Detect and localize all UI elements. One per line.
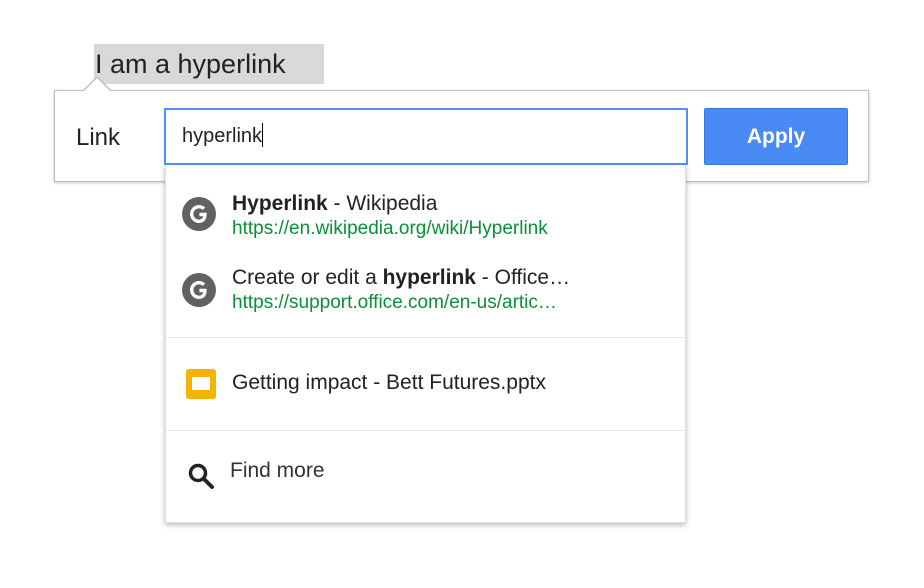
suggestion-title: Create or edit a hyperlink - Office… [232,265,570,291]
google-g-icon [182,197,216,231]
link-input[interactable]: hyperlink [164,108,688,165]
suggestion-title-prefix: Create or edit a [232,266,383,289]
suggestion-title-bold: hyperlink [382,266,476,289]
suggestion-item-wikipedia[interactable]: Hyperlink - Wikipedia https://en.wikiped… [166,165,685,245]
file-result-item[interactable]: Getting impact - Bett Futures.pptx [166,338,685,430]
slides-icon [186,369,216,399]
apply-button[interactable]: Apply [704,108,848,165]
suggestion-item-office[interactable]: Create or edit a hyperlink - Office… htt… [166,245,685,337]
selected-text-label: I am a hyperlink [95,49,286,79]
selected-document-text[interactable]: I am a hyperlink [94,44,324,84]
find-more-item[interactable]: Find more [166,431,685,523]
suggestion-title-rest: - Office… [475,266,571,289]
bubble-pointer-fill [83,78,111,92]
find-more-label: Find more [230,459,325,482]
file-result-title: Getting impact - Bett Futures.pptx [232,371,546,394]
link-input-value: hyperlink [182,125,263,147]
text-cursor [262,123,264,148]
suggestion-url: https://en.wikipedia.org/wiki/Hyperlink [232,218,548,239]
search-icon [188,463,214,489]
link-label: Link [76,124,121,151]
suggestions-dropdown: Hyperlink - Wikipedia https://en.wikiped… [165,165,686,523]
google-g-icon [182,273,216,307]
suggestion-url: https://support.office.com/en-us/artic… [232,292,557,313]
suggestion-title-rest: - Wikipedia [327,192,438,215]
suggestion-title: Hyperlink - Wikipedia [232,191,437,217]
suggestion-title-bold: Hyperlink [232,192,328,215]
